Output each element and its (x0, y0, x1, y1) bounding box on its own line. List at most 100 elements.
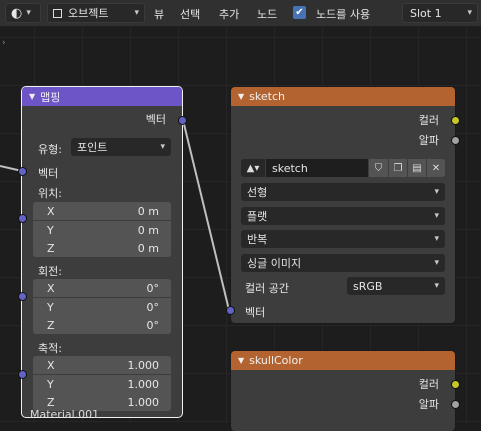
collapse-arrow-icon[interactable]: ▼ (238, 92, 244, 101)
chevron-down-icon: ▾ (134, 8, 139, 18)
chevron-down-icon: ▾ (434, 187, 439, 197)
mapping-output-vector-label: 벡터 (145, 113, 166, 126)
extension-value: 반복 (247, 233, 268, 246)
mapping-input-vector-label: 벡터 (38, 167, 59, 180)
projection-dropdown[interactable]: 플랫 ▾ (241, 207, 445, 225)
sketch-alpha-output-label: 알파 (418, 134, 439, 147)
checkmark-icon: ✔ (295, 7, 304, 18)
slot-label: Slot 1 (410, 6, 442, 20)
skullcolor-node-title: skullColor (249, 354, 303, 367)
mapping-node-header[interactable]: ▼ 맵핑 (22, 87, 182, 106)
field-value: 0° (146, 300, 160, 314)
location-z-field[interactable]: Z 0 m (33, 239, 171, 257)
field-value: 1.000 (127, 358, 160, 372)
scale-input-socket[interactable] (18, 370, 27, 379)
mapping-vector-input-socket[interactable] (18, 167, 27, 176)
field-value: 0 m (137, 241, 159, 255)
sketch-image-texture-node[interactable]: ▼ sketch 컬러 알파 ▲▾ sketch ⛉ ❐ ▤ ✕ 선형 ▾ 플랫 ▾… (231, 87, 455, 323)
axis-label: X (47, 358, 55, 372)
skull-alpha-output-label: 알파 (418, 398, 439, 411)
location-y-field[interactable]: Y 0 m (33, 221, 171, 239)
extension-dropdown[interactable]: 반복 ▾ (241, 230, 445, 248)
colorspace-label: 컬러 공간 (245, 282, 289, 295)
sketch-color-output-label: 컬러 (418, 114, 439, 127)
skullcolor-node-header[interactable]: ▼ skullColor (231, 351, 455, 370)
scale-label: 축적: (38, 342, 62, 355)
link-mapping-to-sketch (182, 119, 230, 311)
sketch-color-output-socket[interactable] (451, 116, 460, 125)
open-image-button[interactable]: ▤ (408, 159, 426, 177)
image-browse-button[interactable]: ▲▾ (241, 159, 265, 177)
mapping-vector-output-socket[interactable] (178, 116, 187, 125)
unlink-image-button[interactable]: ✕ (427, 159, 445, 177)
duplicate-image-button[interactable]: ❐ (389, 159, 407, 177)
menu-node[interactable]: 노드 (257, 6, 277, 22)
axis-label: Y (47, 223, 54, 237)
projection-value: 플랫 (247, 210, 268, 223)
collapse-arrow-icon[interactable]: ▼ (238, 356, 244, 365)
rotation-x-field[interactable]: X 0° (33, 279, 171, 297)
mapping-type-value: 포인트 (77, 141, 108, 154)
chevron-down-icon: ▾ (434, 258, 439, 268)
mapping-node[interactable]: ▼ 맵핑 벡터 유형: 포인트 ▾ 벡터 위치: X0 m Y0 m Z0 m … (22, 87, 182, 417)
shader-editor-icon: ◐ (11, 5, 23, 21)
sketch-vector-input-label: 벡터 (245, 306, 266, 319)
field-value: 0 m (137, 204, 159, 218)
skull-color-output-socket[interactable] (451, 380, 460, 389)
image-icon: ▲▾ (246, 162, 260, 174)
rotation-y-field[interactable]: Y 0° (33, 298, 171, 316)
axis-label: Y (47, 377, 54, 391)
interpolation-value: 선형 (247, 186, 268, 199)
editor-type-button[interactable]: ◐ ▾ (5, 3, 41, 23)
rotation-input-socket[interactable] (18, 292, 27, 301)
location-input-socket[interactable] (18, 214, 27, 223)
use-nodes-label: 노드를 사용 (316, 8, 371, 21)
sidebar-toggle-icon[interactable]: › (2, 38, 6, 48)
menu-view[interactable]: 뷰 (154, 6, 164, 22)
rotation-label: 회전: (38, 265, 62, 278)
axis-label: X (47, 204, 55, 218)
interpolation-dropdown[interactable]: 선형 ▾ (241, 183, 445, 201)
chevron-down-icon: ▾ (26, 8, 31, 18)
object-mode-label: 오브젝트 (68, 7, 109, 20)
object-icon (53, 8, 62, 18)
axis-label: Z (47, 395, 55, 409)
mapping-node-title: 맵핑 (40, 90, 61, 104)
sketch-alpha-output-socket[interactable] (451, 136, 460, 145)
type-label: 유형: (38, 143, 62, 156)
collapse-arrow-icon[interactable]: ▼ (29, 92, 35, 101)
material-name-label: Material.001 (30, 408, 100, 421)
menu-select[interactable]: 선택 (180, 6, 200, 22)
image-source-dropdown[interactable]: 싱글 이미지 ▾ (241, 254, 445, 272)
axis-label: X (47, 281, 55, 295)
axis-label: Y (47, 300, 54, 314)
field-value: 1.000 (127, 377, 160, 391)
sketch-vector-input-socket[interactable] (226, 306, 235, 315)
rotation-z-field[interactable]: Z 0° (33, 316, 171, 334)
use-nodes-checkbox[interactable]: ✔ (293, 6, 306, 19)
chevron-down-icon: ▾ (434, 234, 439, 244)
object-mode-dropdown[interactable]: 오브젝트 ▾ (47, 3, 145, 23)
menu-add[interactable]: 추가 (219, 6, 239, 22)
axis-label: Z (47, 318, 55, 332)
scale-y-field[interactable]: Y 1.000 (33, 375, 171, 393)
sketch-node-header[interactable]: ▼ sketch (231, 87, 455, 106)
mapping-type-dropdown[interactable]: 포인트 ▾ (71, 138, 171, 156)
chevron-down-icon: ▾ (434, 211, 439, 221)
colorspace-dropdown[interactable]: sRGB ▾ (347, 277, 445, 295)
chevron-down-icon: ▾ (160, 142, 165, 152)
image-name-field[interactable]: sketch (266, 159, 368, 177)
location-x-field[interactable]: X 0 m (33, 202, 171, 220)
chevron-down-icon: ▾ (467, 8, 472, 18)
colorspace-value: sRGB (353, 279, 383, 293)
skullcolor-image-texture-node[interactable]: ▼ skullColor 컬러 알파 (231, 351, 455, 431)
skull-color-output-label: 컬러 (418, 378, 439, 391)
location-label: 위치: (38, 187, 62, 200)
node-editor-header: ◐ ▾ 오브젝트 ▾ 뷰 선택 추가 노드 ✔ 노드를 사용 Slot 1 ▾ (0, 0, 481, 27)
slot-dropdown[interactable]: Slot 1 ▾ (402, 3, 478, 23)
scale-x-field[interactable]: X 1.000 (33, 356, 171, 374)
skull-alpha-output-socket[interactable] (451, 400, 460, 409)
image-source-value: 싱글 이미지 (247, 257, 302, 270)
image-selector-row: ▲▾ sketch ⛉ ❐ ▤ ✕ (241, 159, 445, 177)
fake-user-button[interactable]: ⛉ (369, 159, 388, 177)
